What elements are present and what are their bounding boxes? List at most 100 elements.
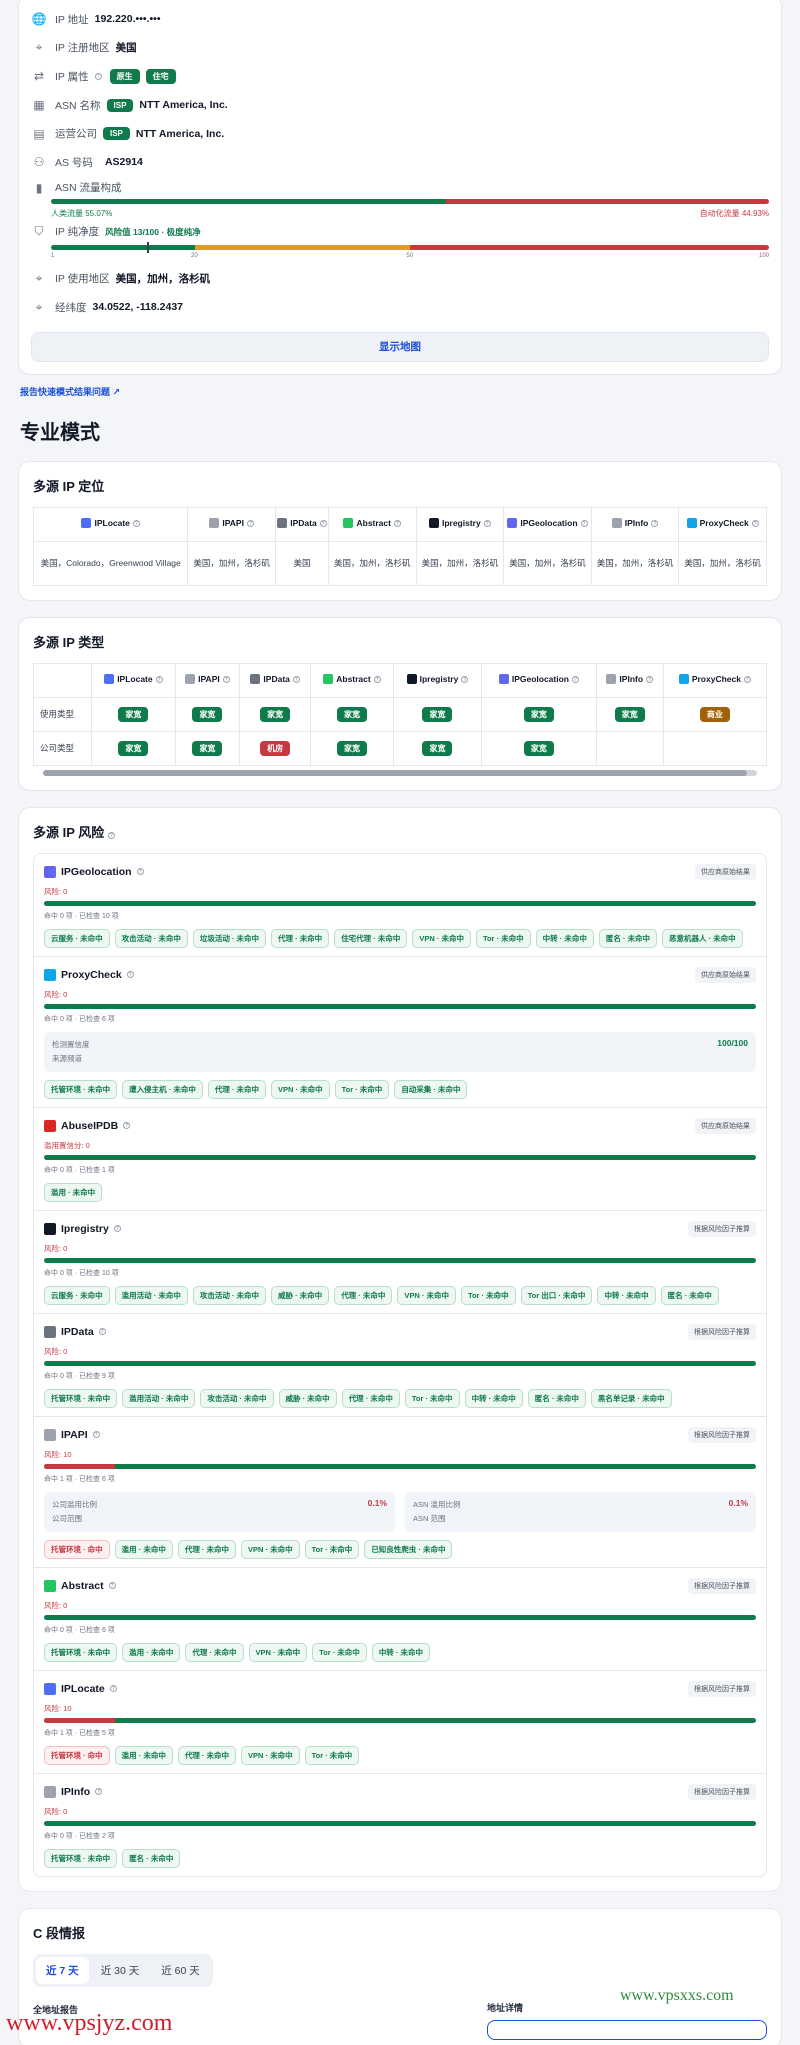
ip-region-row: ⌖ IP 注册地区 美国 bbox=[31, 34, 769, 63]
provider-header-iplocate: IPLocate? bbox=[32, 506, 189, 542]
external-link-icon[interactable]: ↗ bbox=[113, 387, 121, 397]
risk-tag: 托管环境 · 未命中 bbox=[44, 1848, 118, 1868]
help-icon[interactable]: ? bbox=[246, 519, 254, 527]
show-map-button[interactable]: 显示地图 bbox=[31, 331, 769, 362]
swap-icon: ⇄ bbox=[33, 69, 45, 84]
purity-segment-high bbox=[409, 244, 769, 250]
attribute-tag-residential: 住宅 bbox=[145, 68, 176, 84]
provider-label: Abstract? bbox=[323, 674, 381, 685]
help-icon[interactable]: ? bbox=[483, 519, 491, 527]
help-icon[interactable]: ? bbox=[580, 519, 588, 527]
help-icon[interactable]: ? bbox=[751, 519, 759, 527]
help-icon[interactable]: ? bbox=[222, 675, 230, 683]
risk-item-header: Ipregistry? 根据风险因子推算 bbox=[44, 1220, 756, 1237]
help-icon[interactable]: ? bbox=[292, 675, 300, 683]
risk-score: 风险: 0 bbox=[44, 989, 68, 999]
help-icon[interactable]: ? bbox=[572, 675, 579, 683]
help-icon[interactable]: ? bbox=[126, 971, 134, 979]
risk-tag: VPN · 未命中 bbox=[271, 1079, 330, 1099]
risk-provider-label: IPGeolocation bbox=[61, 865, 132, 878]
as-number-row: ⚇ AS 号码 AS2914 bbox=[31, 148, 769, 177]
help-icon[interactable]: ? bbox=[113, 1225, 121, 1233]
risk-provider-label: IPInfo bbox=[61, 1785, 91, 1798]
help-icon[interactable]: ? bbox=[107, 831, 115, 839]
ipdata-logo-icon bbox=[250, 674, 261, 685]
tab-7-days[interactable]: 近 7 天 bbox=[36, 1956, 89, 1984]
bot-traffic-segment bbox=[446, 198, 769, 204]
risk-bar bbox=[44, 1003, 756, 1009]
help-icon[interactable]: ? bbox=[123, 1122, 131, 1130]
risk-provider-name: IPInfo? bbox=[44, 1785, 103, 1798]
geo-location-cell: 美国，Colorado，Greenwood Village bbox=[32, 540, 189, 586]
risk-item-header: Abstract? 根据风险因子推算 bbox=[44, 1577, 756, 1594]
provider-label: IPGeolocation? bbox=[498, 674, 579, 685]
purity-tick: 1 bbox=[51, 252, 55, 259]
provider-name: IPGeolocation bbox=[511, 674, 569, 685]
source-badge: 根据风险因子推算 bbox=[688, 1323, 756, 1340]
type-cell: 家宽 bbox=[174, 696, 241, 732]
abuse-ratio-row: 公司滥用比例 公司范围 0.1% ASN 滥用比例 ASN 范围 0.1% bbox=[44, 1491, 756, 1532]
abstract-logo-icon bbox=[323, 674, 334, 685]
asn-name-value: NTT America, Inc. bbox=[139, 99, 228, 112]
provider-name: IPData bbox=[290, 518, 317, 529]
ipapi-logo-icon bbox=[209, 518, 220, 529]
address-detail-box[interactable] bbox=[487, 2019, 767, 2040]
risk-provider-label: Ipregistry bbox=[61, 1222, 109, 1235]
risk-tag: 代理 · 未命中 bbox=[177, 1745, 237, 1765]
type-cell: 家宽 bbox=[310, 730, 394, 766]
type-cell: 机房 bbox=[239, 730, 312, 766]
horizontal-scrollbar[interactable] bbox=[43, 769, 757, 776]
help-icon[interactable]: ? bbox=[373, 675, 381, 683]
coordinates-value: 34.0522, -118.2437 bbox=[92, 301, 184, 314]
help-icon[interactable]: ? bbox=[108, 1582, 116, 1590]
risk-tag: 已知良性爬虫 · 未命中 bbox=[364, 1539, 453, 1559]
usage-region-label: IP 使用地区 bbox=[55, 273, 110, 286]
help-icon[interactable]: ? bbox=[132, 519, 140, 527]
risk-score: 滥用置信分: 0 bbox=[44, 1140, 90, 1150]
risk-tag: Tor · 未命中 bbox=[304, 1539, 360, 1559]
risk-score: 风险: 0 bbox=[44, 1346, 68, 1356]
help-icon[interactable]: ? bbox=[155, 675, 163, 683]
scrollbar-thumb[interactable] bbox=[43, 769, 747, 776]
risk-tag: VPN · 未命中 bbox=[241, 1745, 300, 1765]
type-row-label: 使用类型 bbox=[33, 696, 92, 732]
help-icon[interactable]: ? bbox=[98, 1328, 106, 1336]
risk-tags: 托管环境 · 命中 滥用 · 未命中 代理 · 未命中 VPN · 未命中 Tor · … bbox=[44, 1539, 756, 1559]
range-tabs: 近 7 天 近 30 天 近 60 天 bbox=[33, 1953, 213, 1987]
usage-region-value: 美国，加州，洛杉矶 bbox=[115, 273, 211, 286]
help-icon[interactable]: ? bbox=[109, 1685, 117, 1693]
risk-item-header: IPAPI? 根据风险因子推算 bbox=[44, 1426, 756, 1443]
ipinfo-logo-icon bbox=[44, 1785, 56, 1798]
ip-attribute-label: IP 属性 bbox=[55, 70, 89, 83]
tab-30-days[interactable]: 近 30 天 bbox=[91, 1957, 150, 1984]
help-icon[interactable]: ? bbox=[393, 519, 401, 527]
tab-60-days[interactable]: 近 60 天 bbox=[151, 1957, 210, 1984]
help-icon[interactable]: ? bbox=[461, 675, 469, 683]
source-badge: 根据风险因子推算 bbox=[688, 1783, 756, 1800]
help-icon[interactable]: ? bbox=[92, 1431, 100, 1439]
help-icon[interactable]: ? bbox=[95, 1788, 103, 1796]
purity-block: 1 20 50 100 bbox=[31, 241, 769, 265]
provider-name: ProxyCheck bbox=[699, 518, 749, 529]
type-cell: 家宽 bbox=[91, 730, 176, 766]
risk-provider-label: ProxyCheck bbox=[61, 968, 122, 981]
risk-item-header: AbuseIPDB? 供应商原始结果 bbox=[44, 1117, 756, 1134]
help-icon[interactable]: ? bbox=[651, 519, 659, 527]
report-issue-text[interactable]: 报告快速模式结果问题 bbox=[20, 387, 110, 397]
help-icon[interactable]: ? bbox=[319, 519, 327, 527]
purity-segment-mid bbox=[194, 244, 410, 250]
provider-label: IPAPI? bbox=[185, 674, 230, 685]
type-cell: 家宽 bbox=[91, 696, 176, 732]
provider-header-proxycheck: ProxyCheck? bbox=[662, 662, 768, 698]
type-card-title: 多源 IP 类型 bbox=[33, 634, 105, 650]
type-table-corner bbox=[33, 662, 92, 698]
coordinates-label: 经纬度 bbox=[55, 301, 87, 314]
help-icon[interactable]: ? bbox=[136, 868, 144, 876]
risk-score: 风险: 10 bbox=[44, 1449, 72, 1459]
shield-icon: ⛉ bbox=[34, 224, 44, 239]
help-icon[interactable]: ? bbox=[743, 675, 751, 683]
report-issue-link[interactable]: 报告快速模式结果问题 ↗ bbox=[20, 385, 800, 398]
help-icon[interactable]: ? bbox=[646, 675, 654, 683]
risk-tag: 中转 · 未命中 bbox=[535, 928, 594, 948]
help-icon[interactable]: ? bbox=[94, 72, 102, 80]
